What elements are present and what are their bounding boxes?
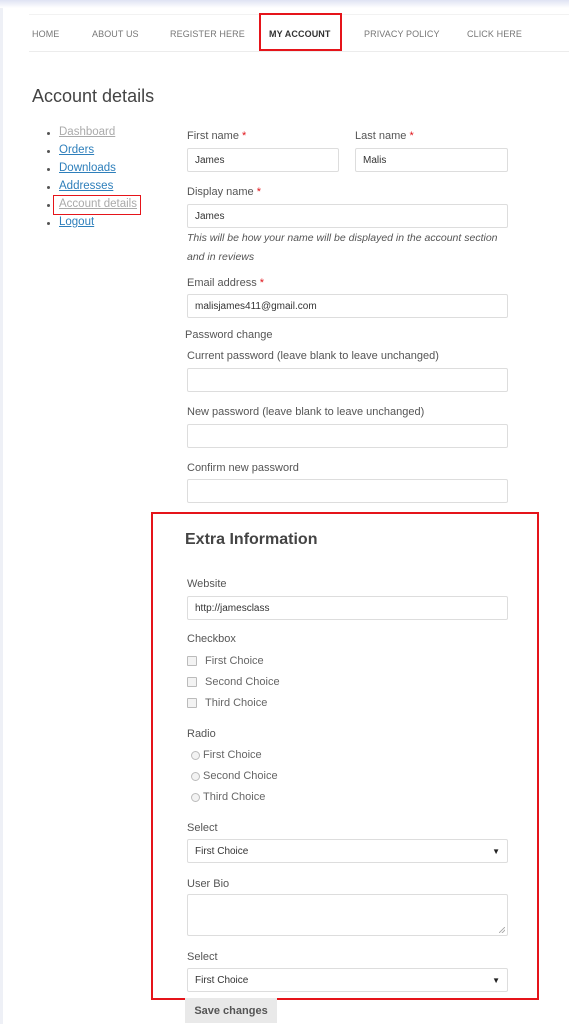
extra-information-title: Extra Information bbox=[185, 531, 318, 548]
required-marker: * bbox=[259, 277, 265, 289]
checkbox-first-choice[interactable] bbox=[187, 656, 197, 666]
radio-first-choice-label: First Choice bbox=[203, 749, 262, 761]
current-password-label: Current password (leave blank to leave u… bbox=[187, 350, 439, 362]
email-input[interactable]: malisjames411@gmail.com bbox=[187, 294, 508, 318]
checkbox-third-choice[interactable] bbox=[187, 698, 197, 708]
account-details-highlight bbox=[53, 195, 141, 215]
required-marker: * bbox=[256, 186, 261, 198]
radio-third-choice-label: Third Choice bbox=[203, 791, 266, 803]
dropdown-arrow-icon: ▼ bbox=[492, 976, 500, 985]
dropdown-arrow-icon: ▼ bbox=[492, 847, 500, 856]
display-name-label: Display name * bbox=[187, 186, 261, 198]
select-label: Select bbox=[187, 822, 218, 834]
bullet bbox=[47, 150, 50, 153]
radio-first-choice[interactable] bbox=[191, 751, 200, 760]
last-name-label: Last name * bbox=[355, 130, 414, 142]
nav-item-home[interactable]: HOME bbox=[32, 29, 59, 39]
select-dropdown[interactable]: First Choice ▼ bbox=[187, 839, 508, 863]
sidebar-item-dashboard: Dashboard bbox=[37, 126, 137, 144]
last-name-input[interactable]: Malis bbox=[355, 148, 508, 172]
confirm-password-label: Confirm new password bbox=[187, 462, 299, 474]
new-password-label: New password (leave blank to leave uncha… bbox=[187, 406, 425, 418]
sidebar-item-downloads: Downloads bbox=[37, 162, 137, 180]
select-value: First Choice bbox=[195, 846, 249, 857]
radio-second-choice[interactable] bbox=[191, 772, 200, 781]
browser-top-shadow bbox=[0, 0, 569, 8]
sidebar-item-logout: Logout bbox=[37, 216, 137, 234]
first-name-input[interactable]: James bbox=[187, 148, 339, 172]
first-name-label: First name * bbox=[187, 130, 246, 142]
page-left-edge bbox=[0, 8, 3, 1024]
checkbox-second-choice-label: Second Choice bbox=[205, 676, 280, 688]
new-password-input[interactable] bbox=[187, 424, 508, 448]
account-navigation: Dashboard Orders Downloads Addresses Acc… bbox=[37, 126, 137, 234]
confirm-password-input[interactable] bbox=[187, 479, 508, 503]
user-bio-label: User Bio bbox=[187, 878, 230, 890]
resize-handle-icon[interactable] bbox=[499, 927, 505, 933]
user-bio-textarea[interactable] bbox=[187, 894, 508, 936]
checkbox-second-choice[interactable] bbox=[187, 677, 197, 687]
nav-item-privacy-policy[interactable]: PRIVACY POLICY bbox=[364, 29, 440, 39]
website-label: Website bbox=[187, 578, 227, 590]
my-account-highlight bbox=[259, 13, 342, 51]
select-2-dropdown[interactable]: First Choice ▼ bbox=[187, 968, 508, 992]
password-change-legend: Password change bbox=[185, 329, 273, 341]
page-title: Account details bbox=[32, 86, 155, 106]
nav-item-click-here[interactable]: CLICK HERE bbox=[467, 29, 522, 39]
radio-label: Radio bbox=[187, 728, 216, 740]
checkbox-label: Checkbox bbox=[187, 633, 236, 645]
checkbox-third-choice-label: Third Choice bbox=[205, 697, 268, 709]
orders-link[interactable]: Orders bbox=[59, 144, 94, 156]
display-name-hint: This will be how your name will be displ… bbox=[187, 232, 498, 263]
sidebar-item-orders: Orders bbox=[37, 144, 137, 162]
website-input[interactable]: http://jamesclass bbox=[187, 596, 508, 620]
select-2-value: First Choice bbox=[195, 975, 249, 986]
required-marker: * bbox=[242, 130, 247, 142]
select-2-label: Select bbox=[187, 951, 218, 963]
radio-second-choice-label: Second Choice bbox=[203, 770, 278, 782]
nav-item-about-us[interactable]: ABOUT US bbox=[92, 29, 139, 39]
save-changes-button[interactable]: Save changes bbox=[185, 998, 277, 1023]
email-label-text: Email address bbox=[187, 277, 257, 289]
bullet bbox=[47, 132, 50, 135]
addresses-link[interactable]: Addresses bbox=[59, 180, 113, 192]
required-marker: * bbox=[409, 130, 414, 142]
nav-item-register-here[interactable]: REGISTER HERE bbox=[170, 29, 245, 39]
current-password-input[interactable] bbox=[187, 368, 508, 392]
last-name-label-text: Last name bbox=[355, 130, 407, 142]
bullet bbox=[47, 168, 50, 171]
downloads-link[interactable]: Downloads bbox=[59, 162, 116, 174]
bullet bbox=[47, 186, 50, 189]
display-name-label-text: Display name bbox=[187, 186, 254, 198]
bullet bbox=[47, 204, 50, 207]
dashboard-link[interactable]: Dashboard bbox=[59, 126, 115, 138]
radio-third-choice[interactable] bbox=[191, 793, 200, 802]
checkbox-first-choice-label: First Choice bbox=[205, 655, 264, 667]
display-name-input[interactable]: James bbox=[187, 204, 508, 228]
bullet bbox=[47, 222, 50, 225]
first-name-label-text: First name bbox=[187, 130, 239, 142]
email-label: Email address * bbox=[187, 277, 264, 289]
logout-link[interactable]: Logout bbox=[59, 216, 94, 228]
